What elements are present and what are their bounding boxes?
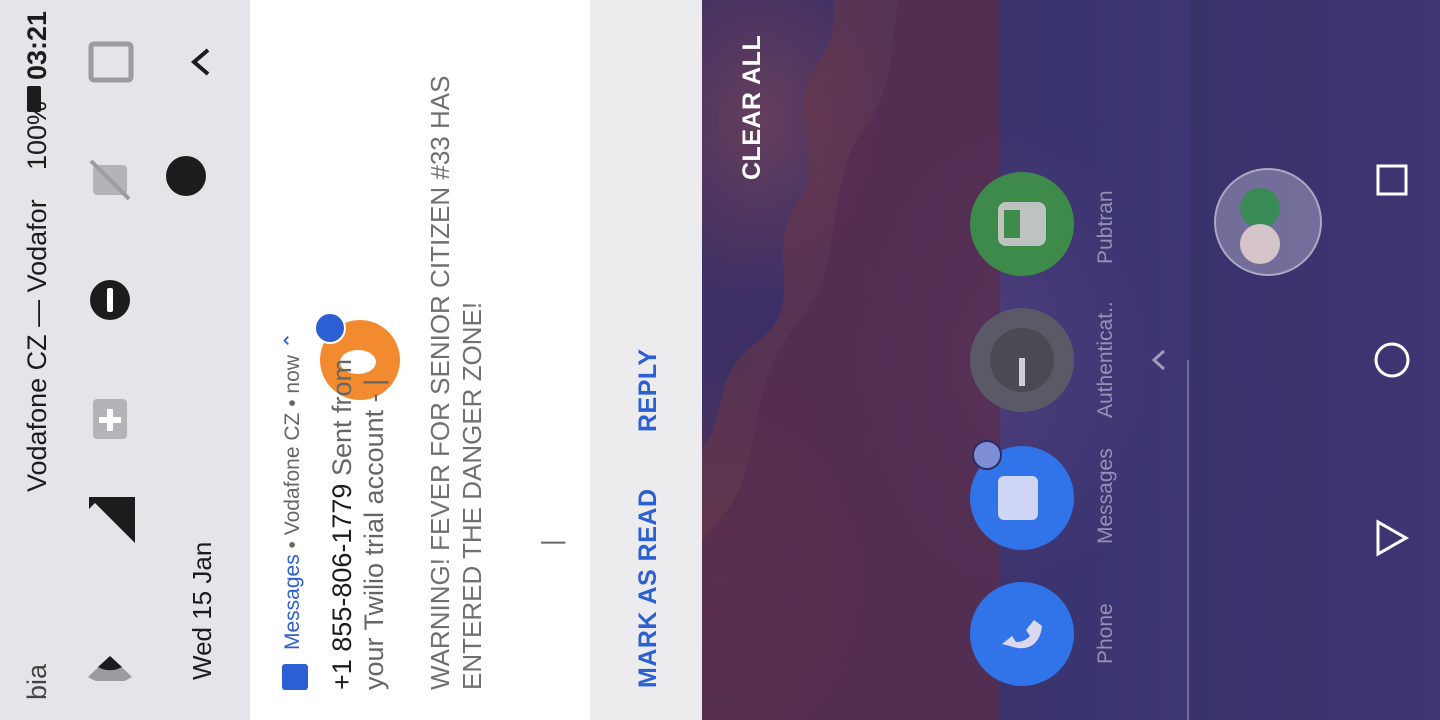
messages-app-icon	[282, 664, 308, 690]
verified-badge-icon	[314, 312, 346, 344]
bus-icon	[998, 202, 1046, 246]
input-cursor: |	[536, 539, 566, 546]
separator: •	[281, 399, 304, 407]
recents-icon[interactable]	[1370, 158, 1414, 202]
separator: •	[281, 541, 304, 549]
unread-dot	[972, 440, 1002, 470]
app-label-phone: Phone	[1094, 603, 1117, 664]
screen: bia Vodafone CZ — Vodafor 100% 03:21 Wed…	[0, 0, 1440, 720]
phone-icon	[1002, 620, 1042, 649]
back-icon[interactable]	[1370, 516, 1414, 560]
sender-number: +1 855-806-1779	[327, 483, 357, 690]
battery-charging-icon	[27, 86, 41, 112]
do-not-disturb-icon[interactable]	[82, 272, 138, 328]
app-authenticator[interactable]	[970, 308, 1074, 412]
mark-as-read-button[interactable]: MARK AS READ	[634, 488, 663, 688]
notification-header: Messages • Vodafone CZ • now ⌃	[280, 332, 305, 650]
date-label: Wed 15 Jan	[187, 541, 217, 680]
sigma-icon	[1240, 224, 1280, 264]
notification-actions: MARK AS READ REPLY	[590, 0, 702, 720]
wifi-icon[interactable]	[82, 628, 138, 684]
collapse-chevron-icon[interactable]: ⌃	[281, 332, 304, 350]
app-messages[interactable]	[970, 440, 1074, 550]
messages-icon	[998, 476, 1038, 520]
brightness-icon[interactable]	[166, 156, 206, 196]
whatsapp-icon	[1240, 188, 1280, 228]
app-label-authenticator: Authenticat..	[1094, 301, 1117, 418]
partial-status-text: bia	[22, 663, 52, 700]
message-body-line: WARNING! FEVER FOR SENIOR CITIZEN #33 HA…	[425, 75, 455, 690]
cast-icon[interactable]	[82, 34, 138, 90]
clock: 03:21	[22, 10, 52, 80]
rotated-screen: bia Vodafone CZ — Vodafor 100% 03:21 Wed…	[0, 0, 1440, 720]
home-icon[interactable]	[1370, 338, 1414, 382]
clear-all-button[interactable]: CLEAR ALL	[738, 35, 767, 180]
message-body-line: ENTERED THE DANGER ZONE!	[457, 301, 487, 690]
rotation-off-icon[interactable]	[82, 152, 138, 208]
signal-icon[interactable]	[84, 492, 140, 548]
reply-button[interactable]: REPLY	[634, 348, 663, 432]
app-folder[interactable]	[1214, 168, 1322, 276]
app-pubtran[interactable]	[970, 172, 1074, 276]
timestamp: now	[281, 355, 304, 394]
carrier-label: Vodafone CZ — Vodafor	[22, 199, 52, 492]
message-body: WARNING! FEVER FOR SENIOR CITIZEN #33 HA…	[424, 10, 488, 690]
drawer-handle-icon[interactable]	[1144, 345, 1174, 375]
app-label-pubtran: Pubtran	[1094, 190, 1117, 264]
app-phone[interactable]	[970, 582, 1074, 686]
authenticator-icon	[990, 328, 1054, 392]
notification-card[interactable]: Messages • Vodafone CZ • now ⌃ +1 855-80…	[250, 0, 590, 720]
battery-saver-icon[interactable]	[82, 392, 138, 448]
expand-chevron-icon[interactable]	[180, 42, 220, 82]
message-sender-line: +1 855-806-1779 Sent from your Twilio tr…	[326, 350, 390, 690]
app-name: Messages	[281, 554, 304, 650]
dock-divider	[1187, 360, 1189, 720]
account-name: Vodafone CZ	[281, 412, 304, 536]
app-label-messages: Messages	[1094, 448, 1117, 544]
quick-settings-panel: bia Vodafone CZ — Vodafor 100% 03:21 Wed…	[0, 0, 250, 720]
